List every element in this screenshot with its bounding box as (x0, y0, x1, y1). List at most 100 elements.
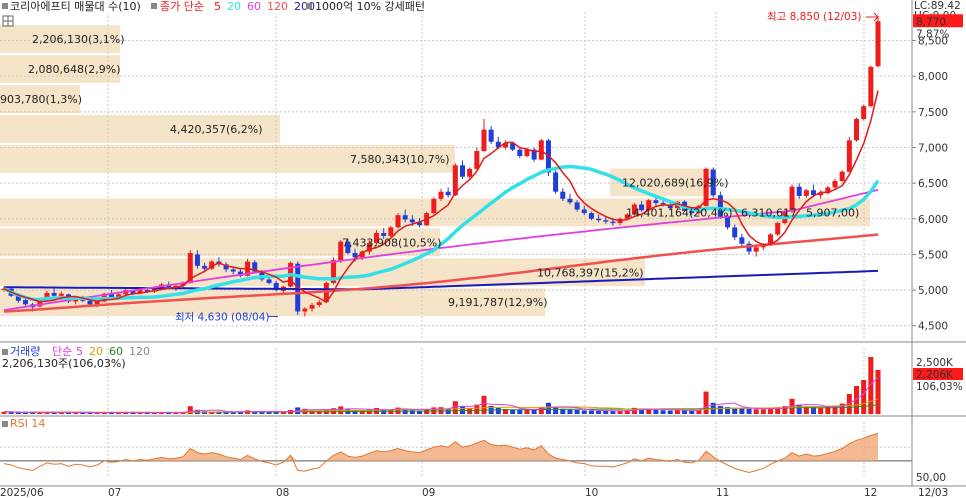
volume-current-label: 2,206K (916, 369, 954, 381)
volume-ratio-label: 106,03% (916, 381, 963, 393)
high-label: 최고 8,850 (12/03) (767, 11, 862, 23)
volume-bar (610, 411, 616, 414)
volume-profile-label: 2,080,648(2,9%) (28, 63, 121, 76)
candle-body (58, 293, 64, 296)
volume-bar (187, 406, 193, 414)
volume-profile-label: 12,020,689(16,9%) (622, 176, 729, 189)
candle-body (538, 140, 544, 160)
volume-ma-period: 120 (129, 345, 150, 358)
series-marker-icon (2, 3, 8, 9)
candle-body (438, 191, 444, 199)
volume-profile-label: 7,433,908(10,5%) (342, 236, 442, 249)
candle-body (581, 209, 587, 214)
volume-bar (574, 410, 580, 414)
volume-bar (861, 380, 867, 414)
volume-profile-label: 4,420,357(6,2%) (170, 123, 263, 136)
low-label: 최저 4,630 (08/04) (175, 311, 270, 323)
candle-body (474, 151, 480, 169)
x-tick-label: 08 (276, 487, 289, 498)
volume-bar (388, 410, 394, 414)
volume-profile-label: 9,191,787(12,9%) (448, 296, 548, 309)
volume-bar (22, 412, 28, 414)
candle-body (653, 200, 659, 204)
volume-bar (567, 409, 573, 414)
grid-toggle-icon-lines (3, 16, 13, 26)
volume-profile-label: 6,310,617 (741, 206, 797, 219)
rsi-panel (3, 432, 879, 474)
current-price-label: 8,770 (916, 16, 946, 28)
volume-bar (753, 409, 759, 414)
volume-bar (682, 410, 688, 414)
x-tick-label: 10 (585, 487, 598, 498)
x-tick-label: 07 (108, 487, 121, 498)
candle-body (875, 21, 881, 67)
volume-bar (596, 410, 602, 414)
candle-body (567, 198, 573, 203)
candle-body (603, 220, 609, 222)
volume-profile-label: 14,401,164(20,4%) (626, 206, 733, 219)
volume-bar (445, 409, 451, 414)
volume-bar (746, 408, 752, 414)
stock-chart: 4,500 5,000 5,500 6,000 6,500 7,000 7,500 8,000… (0, 0, 966, 498)
candle-body (553, 172, 559, 192)
volume-bar (689, 410, 695, 414)
volume-bar (553, 407, 559, 414)
price-tick-label: 6,500 (918, 178, 948, 190)
candle-body (846, 140, 852, 172)
candle-body (409, 219, 415, 223)
candle-body (194, 254, 200, 266)
rule-marker-icon (306, 3, 312, 9)
volume-bar (717, 406, 723, 414)
rsi-marker-icon (2, 421, 8, 427)
candle-body (753, 247, 759, 252)
candle-body (481, 129, 487, 152)
candle-body (445, 191, 451, 196)
candle-body (316, 302, 322, 306)
current-change-label: 7,87% (916, 28, 949, 40)
candle-body (588, 213, 594, 219)
candle-body (517, 149, 523, 157)
candle-body (839, 171, 845, 181)
candle-body (488, 129, 494, 142)
x-tick-label: 2025/06 (0, 487, 44, 498)
volume-bar (674, 410, 680, 414)
candle-body (266, 279, 272, 283)
ma-marker-icon (151, 3, 157, 9)
candle-body (388, 227, 394, 236)
volume-marker-icon (2, 349, 8, 355)
candle-body (467, 168, 473, 177)
volume-bar (818, 408, 824, 414)
volume-bars (1, 357, 881, 414)
ma-period-label: 60 (247, 0, 261, 13)
volume-profile-label: 10,768,397(15,2%) (537, 266, 644, 279)
candle-body (22, 300, 28, 305)
candle-body (854, 118, 860, 141)
candle-body (51, 292, 57, 296)
candle-body (395, 215, 401, 228)
ma-period-label: 20 (227, 0, 241, 13)
candle-body (431, 198, 437, 214)
high-arrow (866, 12, 879, 22)
candle-body (739, 237, 745, 244)
volume-current-text: 2,206,130주(106,03%) (2, 357, 126, 370)
price-tick-label: 5,500 (918, 249, 948, 261)
x-tick-label: 12 (864, 487, 877, 498)
volume-bar (495, 408, 501, 414)
rsi-level-label: 50,00 (916, 472, 946, 484)
rsi-panel-title: RSI 14 (10, 417, 45, 430)
ma-period-label: 5 (214, 0, 221, 13)
candle-body (596, 218, 602, 221)
volume-bar (875, 369, 881, 414)
volume-profile-label: 5,907,00) (806, 206, 859, 219)
volume-bar (703, 391, 709, 414)
candle-body (402, 215, 408, 220)
candle-body (832, 180, 838, 188)
x-tick-label: 09 (422, 487, 435, 498)
volume-bar (588, 410, 594, 414)
chart-title: 코리아에프티 매물대 수(10) (10, 0, 141, 13)
volume-axis-label: 2,500K (916, 357, 954, 369)
candle-body (202, 265, 208, 269)
candle-body (868, 66, 874, 107)
candle-body (459, 165, 465, 177)
volume-bar (531, 409, 537, 414)
